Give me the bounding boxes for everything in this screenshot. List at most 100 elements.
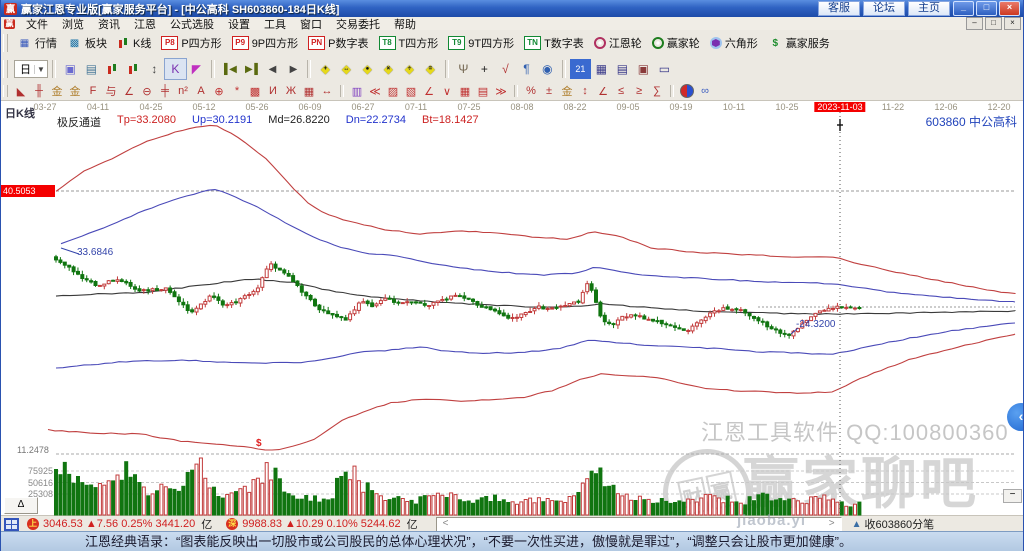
first-page-icon[interactable]: ▌◀ [219, 59, 240, 79]
wave-tool-icon[interactable]: √ [495, 59, 516, 79]
save-icon[interactable]: ▣ [633, 59, 654, 79]
draw-tool-icon-c3[interactable]: ↕ [576, 84, 594, 99]
list-icon[interactable]: ▤ [81, 59, 102, 79]
toolbar-winner-wheel-button[interactable]: 赢家轮 [647, 32, 705, 54]
draw-tool-icon-a12[interactable]: * [228, 84, 246, 99]
mdi-minimize-button[interactable]: – [966, 17, 983, 30]
kline-canvas[interactable] [1, 101, 1024, 516]
draw-tool-icon-a1[interactable]: ╫ [30, 84, 48, 99]
menu-帮助[interactable]: 帮助 [387, 19, 423, 31]
draw-tool-icon-a16[interactable]: ▦ [300, 84, 318, 99]
draw-tool-icon-a11[interactable]: ⊕ [210, 84, 228, 99]
draw-tool-icon-c4[interactable]: ∠ [594, 84, 612, 99]
diamond-tool-icon-5[interactable]: ◆ = [420, 59, 441, 79]
sz-index-quote[interactable]: 9988.83 ▲10.29 0.10% 5244.62 [242, 518, 400, 530]
menu-交易委托[interactable]: 交易委托 [329, 19, 387, 31]
toolbar-9p-square-button[interactable]: P9 9P四方形 [227, 32, 303, 54]
sh-index-quote[interactable]: 3046.53 ▲7.56 0.25% 3441.20 [43, 518, 195, 530]
toolbar-quotes-button[interactable]: ▦ 行情 [12, 32, 62, 54]
toolbar-9t-square-button[interactable]: T9 9T四方形 [443, 32, 519, 54]
period-select[interactable]: 日 ▼ [14, 60, 48, 78]
menu-江恩[interactable]: 江恩 [127, 19, 163, 31]
menu-设置[interactable]: 设置 [221, 19, 257, 31]
draw-tool-icon-c0[interactable]: % [522, 84, 540, 99]
toolbar-p-table-button[interactable]: PN P数字表 [303, 32, 373, 54]
draw-tool-icon-b4[interactable]: ∠ [420, 84, 438, 99]
menu-文件[interactable]: 文件 [19, 19, 55, 31]
calculator-icon[interactable]: ▦ [591, 59, 612, 79]
draw-tool-icon-a13[interactable]: ▩ [246, 84, 264, 99]
hand-tool-icon[interactable]: Ψ [453, 59, 474, 79]
draw-tool-icon-c1[interactable]: ± [540, 84, 558, 99]
mdi-restore-button[interactable]: □ [985, 17, 1002, 30]
home-button[interactable]: 主页 [908, 1, 950, 16]
mdi-close-button[interactable]: × [1004, 17, 1021, 30]
chart-panel[interactable]: 江恩工具软件 QQ:100800360 赢家聊吧 财 赢 03-27 04-11 0… [1, 100, 1024, 516]
notebook-icon[interactable]: ▤ [612, 59, 633, 79]
draw-tool-icon-b7[interactable]: ▤ [474, 84, 492, 99]
draw-tool-icon-c5[interactable]: ≤ [612, 84, 630, 99]
draw-tool-icon-a4[interactable]: F [84, 84, 102, 99]
draw-tool-icon-a0[interactable]: ◣ [12, 84, 30, 99]
toolbar-hexagon-button[interactable]: 六角形 [705, 32, 763, 54]
draw-tool-icon-b8[interactable]: ≫ [492, 84, 510, 99]
truck-icon[interactable]: ▭ [654, 59, 675, 79]
draw-tool-icon-a3[interactable]: 金 [66, 84, 84, 99]
toolbar-t-square-button[interactable]: T8 T四方形 [374, 32, 444, 54]
toolbar-winner-service-button[interactable]: $ 赢家服务 [763, 32, 835, 54]
flag-icon[interactable]: ◤ [186, 59, 207, 79]
channel-icon[interactable]: K [163, 58, 187, 80]
target-tool-icon[interactable]: ◉ [537, 59, 558, 79]
draw-tool-icon-c6[interactable]: ≥ [630, 84, 648, 99]
title-bar[interactable]: 赢 赢家江恩专业版[赢家服务平台] - [中公高科 SH603860-184日K… [1, 0, 1023, 17]
scroll-left-icon[interactable]: < [443, 518, 449, 530]
maximize-button[interactable]: □ [976, 1, 997, 16]
draw-tool-icon-a14[interactable]: И [264, 84, 282, 99]
draw-tool-icon-c7[interactable]: ∑ [648, 84, 666, 99]
draw-tool-icon-a15[interactable]: Ж [282, 84, 300, 99]
next-icon[interactable]: ▶ [282, 59, 303, 79]
diamond-tool-icon-1[interactable]: ◆ ↔ [336, 59, 357, 79]
menu-工具[interactable]: 工具 [257, 19, 293, 31]
menu-窗口[interactable]: 窗口 [293, 19, 329, 31]
draw-tool-icon-a5[interactable]: 与 [102, 84, 120, 99]
notes-tool-icon[interactable]: ¶ [516, 59, 537, 79]
prev-icon[interactable]: ◀ [261, 59, 282, 79]
diamond-tool-icon-0[interactable]: ◆ + [315, 59, 336, 79]
draw-tool-icon-a8[interactable]: ╪ [156, 84, 174, 99]
menu-公式选股[interactable]: 公式选股 [163, 19, 221, 31]
close-button[interactable]: × [999, 1, 1020, 16]
toolbar-p-square-button[interactable]: P8 P四方形 [156, 32, 226, 54]
toolbar-sectors-button[interactable]: ▩ 板块 [62, 32, 112, 54]
draw-tool-icon-b6[interactable]: ▦ [456, 84, 474, 99]
draw-tool-icon-b0[interactable]: ▥ [348, 84, 366, 99]
draw-tool-icon-b1[interactable]: ≪ [366, 84, 384, 99]
draw-tool-icon-a9[interactable]: n² [174, 84, 192, 99]
draw-tool-icon-a2[interactable]: 金 [48, 84, 66, 99]
menu-资讯[interactable]: 资讯 [91, 19, 127, 31]
calendar-icon[interactable]: 21 [569, 59, 591, 79]
candle2-icon[interactable] [123, 59, 144, 79]
toolbar-t-table-button[interactable]: TN T数字表 [519, 32, 589, 54]
draw-tool-icon-a17[interactable]: ↔ [318, 84, 336, 99]
diamond-tool-icon-2[interactable]: ◆ ● [357, 59, 378, 79]
indicator-expand-button[interactable]: Δ [4, 497, 38, 514]
toolbar-gann-wheel-button[interactable]: 江恩轮 [589, 32, 647, 54]
infinity-icon[interactable]: ∞ [696, 84, 714, 99]
last-page-icon[interactable]: ▶▐ [240, 59, 261, 79]
window-icon[interactable]: ▣ [60, 59, 81, 79]
scroll-right-icon[interactable]: > [829, 518, 835, 530]
menu-浏览[interactable]: 浏览 [55, 19, 91, 31]
diamond-tool-icon-3[interactable]: ◆ × [378, 59, 399, 79]
draw-tool-icon-a7[interactable]: ⊖ [138, 84, 156, 99]
zoom-out-button[interactable]: − [1003, 489, 1022, 503]
candle1-icon[interactable] [102, 59, 123, 79]
draw-tool-icon-c2[interactable]: 金 [558, 84, 576, 99]
draw-tool-icon-a10[interactable]: A [192, 84, 210, 99]
minimize-button[interactable]: _ [953, 1, 974, 16]
yinyang-icon[interactable] [678, 84, 696, 99]
forum-button[interactable]: 论坛 [863, 1, 905, 16]
draw-tool-icon-a6[interactable]: ∠ [120, 84, 138, 99]
draw-tool-icon-b5[interactable]: ∨ [438, 84, 456, 99]
toolbar-kline-button[interactable]: K线 [112, 32, 156, 54]
